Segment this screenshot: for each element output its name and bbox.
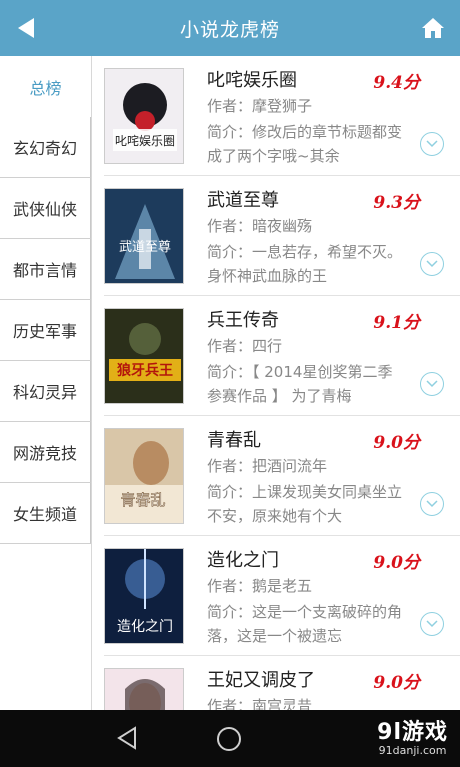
cover-title: 青春乱: [120, 491, 165, 509]
cover-title: 造化之门: [117, 619, 173, 635]
sidebar-item-wuxia[interactable]: 武侠仙侠: [0, 178, 91, 239]
book-item[interactable]: 狼牙兵王 兵王传奇 9.1分 作者：四行 简介：【 2014星创奖第二季参赛作品…: [104, 296, 460, 416]
book-author: 作者：暗夜幽殇: [207, 217, 313, 235]
expand-chevron-button[interactable]: [420, 612, 444, 636]
book-title: 武道至尊: [207, 190, 279, 211]
book-intro: 简介：修改后的章节标题都变成了两个字哦~其余: [207, 123, 403, 165]
book-author: 作者：摩登狮子: [207, 97, 313, 115]
chevron-down-icon: [426, 620, 438, 628]
book-title: 王妃又调皮了: [207, 670, 315, 691]
chevron-down-icon: [426, 380, 438, 388]
book-intro: 简介：这是一个支离破碎的角落，这是一个被遗忘: [207, 603, 403, 645]
book-item[interactable]: 造化之门 造化之门 9.0分 作者：鹅是老五 简介：这是一个支离破碎的角落，这是…: [104, 536, 460, 656]
sidebar-item-online-games[interactable]: 网游竞技: [0, 422, 91, 483]
book-item[interactable]: 王妃又调皮了 9.0分 作者：南宫灵昔: [104, 656, 460, 710]
book-item[interactable]: 青春乱 青春乱 9.0分 作者：把酒问流年 简介：上课发现美女同桌坐立不安，原来…: [104, 416, 460, 536]
category-sidebar: 总榜 玄幻奇幻 武侠仙侠 都市言情 历史军事 科幻灵异 网游竞技 女生频道: [0, 56, 92, 710]
book-title: 叱咤娱乐圈: [207, 70, 297, 91]
sidebar-item-history-military[interactable]: 历史军事: [0, 300, 91, 361]
book-list: 叱咤娱乐圈 叱咤娱乐圈 9.4分 作者：摩登狮子 简介：修改后的章节标题都变成了…: [104, 56, 460, 710]
book-author: 作者：鹅是老五: [207, 577, 313, 595]
circle-home-icon: [217, 727, 241, 751]
sidebar-item-scifi-supernatural[interactable]: 科幻灵异: [0, 361, 91, 422]
watermark-logo: 9l游戏 91danji.com: [377, 714, 448, 757]
book-cover: 武道至尊: [104, 188, 184, 284]
book-score: 9.3分: [373, 193, 420, 213]
back-arrow-icon: [18, 18, 34, 38]
book-score: 9.0分: [373, 673, 420, 693]
book-score: 9.0分: [373, 433, 420, 453]
sidebar-item-overall[interactable]: 总榜: [0, 56, 91, 117]
book-item[interactable]: 叱咤娱乐圈 叱咤娱乐圈 9.4分 作者：摩登狮子 简介：修改后的章节标题都变成了…: [104, 56, 460, 176]
book-cover: [104, 668, 184, 710]
book-author: 作者：把酒问流年: [207, 457, 328, 475]
book-author: 作者：四行: [207, 337, 283, 355]
book-title: 造化之门: [207, 550, 279, 571]
book-score: 9.4分: [373, 73, 420, 93]
book-score: 9.1分: [373, 313, 420, 333]
watermark-text: 9l游戏: [377, 720, 448, 745]
book-item[interactable]: 武道至尊 武道至尊 9.3分 作者：暗夜幽殇 简介：一息若存，希望不灭。 身怀神…: [104, 176, 460, 296]
expand-chevron-button[interactable]: [420, 132, 444, 156]
chevron-down-icon: [426, 500, 438, 508]
book-cover: 造化之门: [104, 548, 184, 644]
chevron-down-icon: [426, 140, 438, 148]
book-intro: 简介：一息若存，希望不灭。 身怀神武血脉的王: [207, 243, 403, 285]
sidebar-item-urban-romance[interactable]: 都市言情: [0, 239, 91, 300]
expand-chevron-button[interactable]: [420, 372, 444, 396]
book-title: 青春乱: [207, 430, 261, 451]
app-header: 小说龙虎榜: [0, 0, 460, 56]
book-cover: 叱咤娱乐圈: [104, 68, 184, 164]
book-cover: 青春乱: [104, 428, 184, 524]
sidebar-item-female-channel[interactable]: 女生频道: [0, 483, 91, 544]
home-icon: [422, 18, 444, 38]
back-button[interactable]: [12, 14, 40, 42]
nav-back-button[interactable]: [116, 726, 138, 754]
book-cover: 狼牙兵王: [104, 308, 184, 404]
cover-title: 叱咤娱乐圈: [115, 134, 175, 148]
triangle-back-icon: [117, 726, 136, 750]
book-intro: 简介：上课发现美女同桌坐立不安，原来她有个大: [207, 483, 403, 525]
book-intro: 简介：【 2014星创奖第二季参赛作品 】 为了青梅: [207, 363, 393, 405]
cover-title: 狼牙兵王: [117, 362, 173, 379]
sidebar-item-fantasy[interactable]: 玄幻奇幻: [0, 117, 91, 178]
book-score: 9.0分: [373, 553, 420, 573]
chevron-down-icon: [426, 260, 438, 268]
expand-chevron-button[interactable]: [420, 252, 444, 276]
home-button[interactable]: [418, 13, 448, 43]
expand-chevron-button[interactable]: [420, 492, 444, 516]
system-nav-bar: 9l游戏 91danji.com: [0, 710, 460, 767]
book-author: 作者：南宫灵昔: [207, 697, 313, 710]
book-title: 兵王传奇: [207, 310, 279, 331]
nav-home-button[interactable]: [216, 726, 242, 756]
page-title: 小说龙虎榜: [179, 18, 280, 41]
cover-title: 武道至尊: [119, 239, 171, 255]
watermark-url: 91danji.com: [378, 744, 447, 757]
